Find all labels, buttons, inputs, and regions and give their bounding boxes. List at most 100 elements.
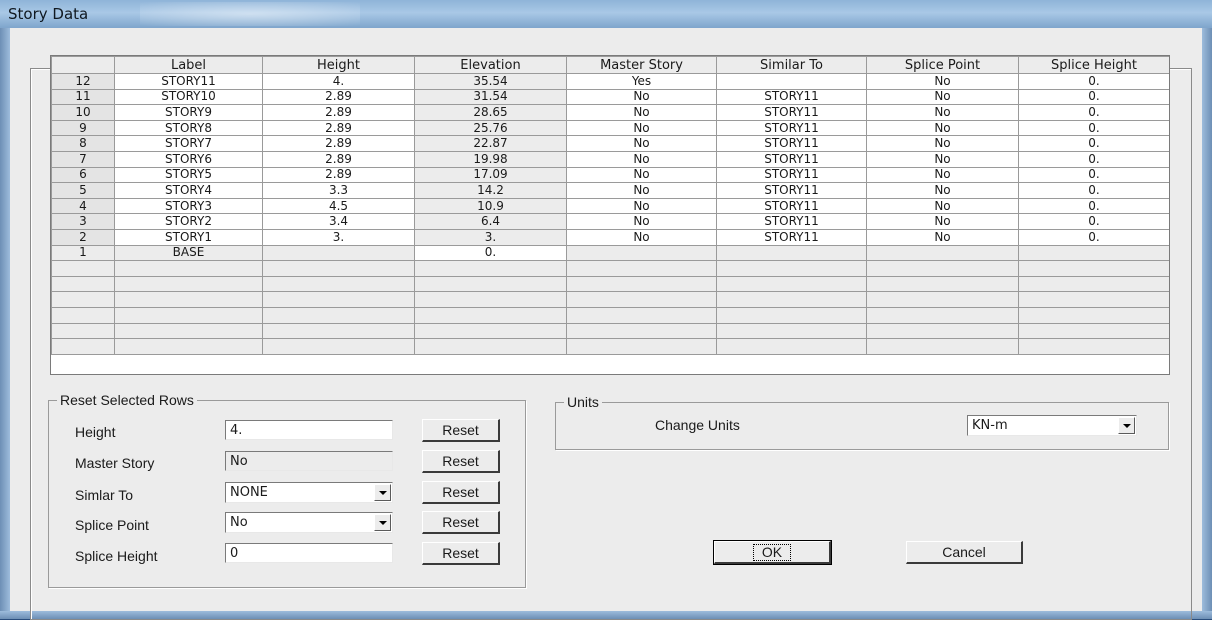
column-header[interactable]: Similar To	[716, 56, 867, 74]
cell-label[interactable]: STORY7	[114, 135, 263, 152]
cell-height[interactable]: 3.3	[262, 182, 415, 199]
reset-splice-height-button[interactable]: Reset	[422, 542, 500, 565]
cell-master[interactable]: No	[566, 104, 717, 121]
cell-elevation[interactable]: 6.4	[414, 213, 567, 230]
cell-splice-point[interactable]: No	[866, 213, 1019, 230]
cell-master[interactable]: No	[566, 228, 717, 246]
reset-splice-point-button[interactable]: Reset	[422, 511, 500, 534]
cell-splice-height[interactable]: 0.	[1018, 150, 1169, 168]
chevron-down-icon[interactable]	[374, 484, 391, 501]
cell-master[interactable]: No	[566, 197, 717, 215]
cell-label[interactable]: STORY8	[114, 119, 263, 137]
cell-label[interactable]: STORY4	[114, 182, 263, 199]
cell-elevation[interactable]: 10.9	[414, 197, 567, 215]
table-row[interactable]: 2 STORY1 3. 3. No STORY11 No 0.	[51, 228, 1169, 246]
cell-similar[interactable]: STORY11	[716, 88, 867, 106]
column-header[interactable]: Master Story	[566, 56, 717, 74]
cell-splice-height[interactable]: 0.	[1018, 228, 1169, 246]
cell-splice-point[interactable]	[866, 244, 1019, 262]
cell-master[interactable]	[566, 244, 717, 262]
cell-splice-point[interactable]: No	[866, 166, 1019, 184]
cell-similar[interactable]: STORY11	[716, 104, 867, 121]
cell-elevation[interactable]: 35.54	[414, 73, 567, 90]
cell-height[interactable]: 2.89	[262, 104, 415, 121]
cell-elevation[interactable]: 3.	[414, 228, 567, 246]
height-field[interactable]: 4.	[225, 420, 393, 440]
cell-height[interactable]: 4.	[262, 73, 415, 90]
cell-label[interactable]: STORY1	[114, 228, 263, 246]
cell-master[interactable]: No	[566, 166, 717, 184]
story-grid[interactable]: Label Height Elevation Master Story Similar …	[50, 55, 1170, 375]
cell-splice-point[interactable]: No	[866, 182, 1019, 199]
cell-height[interactable]: 2.89	[262, 119, 415, 137]
cell-elevation[interactable]: 25.76	[414, 119, 567, 137]
cell-elevation[interactable]: 19.98	[414, 150, 567, 168]
cell-master[interactable]: No	[566, 182, 717, 199]
cell-splice-height[interactable]: 0.	[1018, 182, 1169, 199]
cell-master[interactable]: No	[566, 213, 717, 230]
cell-splice-point[interactable]: No	[866, 73, 1019, 90]
cell-similar[interactable]: STORY11	[716, 135, 867, 152]
cell-elevation[interactable]: 31.54	[414, 88, 567, 106]
cell-splice-height[interactable]: 0.	[1018, 88, 1169, 106]
cell-label[interactable]: STORY10	[114, 88, 263, 106]
splice-height-field[interactable]: 0	[225, 543, 393, 563]
reset-master-story-button[interactable]: Reset	[422, 450, 500, 473]
cell-splice-point[interactable]: No	[866, 119, 1019, 137]
chevron-down-icon[interactable]	[1118, 417, 1135, 434]
cell-similar[interactable]: STORY11	[716, 182, 867, 199]
ok-button[interactable]: OK	[713, 540, 832, 565]
column-header[interactable]: Label	[114, 56, 263, 74]
cell-splice-point[interactable]: No	[866, 197, 1019, 215]
cell-similar[interactable]: STORY11	[716, 213, 867, 230]
cell-height[interactable]: 2.89	[262, 166, 415, 184]
cell-elevation[interactable]: 28.65	[414, 104, 567, 121]
similar-to-dropdown[interactable]: NONE	[225, 482, 393, 503]
table-row[interactable]: 8 STORY7 2.89 22.87 No STORY11 No 0.	[51, 135, 1169, 152]
cell-splice-point[interactable]: No	[866, 150, 1019, 168]
cell-master[interactable]: No	[566, 135, 717, 152]
column-header[interactable]	[51, 56, 115, 74]
cell-label[interactable]: STORY2	[114, 213, 263, 230]
cell-height[interactable]: 4.5	[262, 197, 415, 215]
column-header[interactable]: Splice Height	[1018, 56, 1169, 74]
cell-master[interactable]: Yes	[566, 73, 717, 90]
cell-elevation[interactable]: 0.	[414, 244, 567, 262]
cell-splice-height[interactable]: 0.	[1018, 135, 1169, 152]
cell-splice-point[interactable]: No	[866, 104, 1019, 121]
cell-label[interactable]: STORY6	[114, 150, 263, 168]
cell-splice-point[interactable]: No	[866, 135, 1019, 152]
cell-splice-height[interactable]: 0.	[1018, 119, 1169, 137]
column-header[interactable]: Height	[262, 56, 415, 74]
table-row[interactable]: 10 STORY9 2.89 28.65 No STORY11 No 0.	[51, 104, 1169, 121]
cell-splice-height[interactable]	[1018, 244, 1169, 262]
cell-height[interactable]: 2.89	[262, 135, 415, 152]
cell-similar[interactable]	[716, 244, 867, 262]
cell-splice-point[interactable]: No	[866, 88, 1019, 106]
cell-splice-height[interactable]: 0.	[1018, 73, 1169, 90]
cell-master[interactable]: No	[566, 88, 717, 106]
splice-point-dropdown[interactable]: No	[225, 512, 393, 533]
cell-label[interactable]: STORY11	[114, 73, 263, 90]
reset-similar-to-button[interactable]: Reset	[422, 481, 500, 504]
reset-height-button[interactable]: Reset	[422, 419, 500, 442]
cancel-button[interactable]: Cancel	[906, 541, 1023, 564]
cell-splice-height[interactable]: 0.	[1018, 166, 1169, 184]
cell-master[interactable]: No	[566, 150, 717, 168]
cell-splice-height[interactable]: 0.	[1018, 197, 1169, 215]
column-header[interactable]: Elevation	[414, 56, 567, 74]
table-row[interactable]: 4 STORY3 4.5 10.9 No STORY11 No 0.	[51, 197, 1169, 215]
cell-similar[interactable]	[716, 73, 867, 90]
table-row[interactable]: 9 STORY8 2.89 25.76 No STORY11 No 0.	[51, 119, 1169, 137]
cell-label[interactable]: STORY5	[114, 166, 263, 184]
cell-splice-height[interactable]: 0.	[1018, 104, 1169, 121]
cell-splice-point[interactable]: No	[866, 228, 1019, 246]
cell-similar[interactable]: STORY11	[716, 228, 867, 246]
cell-label[interactable]: BASE	[114, 244, 263, 262]
column-header[interactable]: Splice Point	[866, 56, 1019, 74]
table-row[interactable]: 6 STORY5 2.89 17.09 No STORY11 No 0.	[51, 166, 1169, 184]
cell-height[interactable]: 2.89	[262, 88, 415, 106]
cell-similar[interactable]: STORY11	[716, 150, 867, 168]
table-row[interactable]: 7 STORY6 2.89 19.98 No STORY11 No 0.	[51, 150, 1169, 168]
cell-master[interactable]: No	[566, 119, 717, 137]
